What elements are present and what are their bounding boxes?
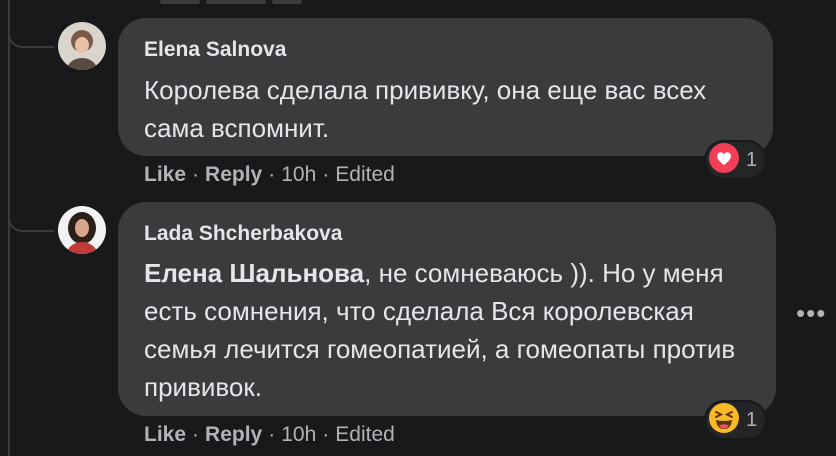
dot-separator: · — [268, 163, 276, 186]
comment-author[interactable]: Lada Shcherbakova — [144, 222, 342, 246]
more-options-icon[interactable]: ••• — [796, 298, 826, 329]
haha-reaction-icon — [708, 402, 740, 439]
timestamp[interactable]: 10h — [281, 423, 316, 446]
reaction-badge[interactable]: 1 — [706, 142, 766, 179]
mention-link[interactable]: Елена Шальнова — [144, 258, 364, 288]
reply-button[interactable]: Reply — [205, 423, 262, 446]
comment-actions: Like · Reply · 10h · Edited — [144, 163, 395, 187]
dot-separator: · — [322, 163, 330, 186]
dot-separator: · — [192, 423, 200, 446]
thread-branch — [8, 28, 54, 48]
reply-button[interactable]: Reply — [205, 163, 262, 186]
like-button[interactable]: Like — [144, 163, 186, 186]
thread-line — [8, 0, 10, 456]
avatar-elena-salnova[interactable] — [58, 22, 106, 70]
reaction-count: 1 — [746, 148, 758, 171]
dot-separator: · — [192, 163, 200, 186]
comment-text: Королева сделала прививку, она еще вас в… — [144, 75, 707, 143]
like-button[interactable]: Like — [144, 423, 186, 446]
dot-separator: · — [268, 423, 276, 446]
timestamp[interactable]: 10h — [281, 163, 316, 186]
comment-author[interactable]: Elena Salnova — [144, 38, 286, 62]
reaction-count: 1 — [746, 408, 758, 431]
edited-label[interactable]: Edited — [335, 423, 395, 446]
comment-text: Елена Шальнова, не сомневаюсь )). Но у м… — [144, 254, 766, 406]
previous-comment-actions — [160, 0, 310, 6]
edited-label[interactable]: Edited — [335, 163, 395, 186]
comment-actions: Like · Reply · 10h · Edited — [144, 423, 395, 447]
reaction-badge[interactable]: 1 — [706, 402, 766, 439]
love-reaction-icon — [708, 142, 740, 179]
avatar-lada-shcherbakova[interactable] — [58, 206, 106, 254]
dot-separator: · — [322, 423, 330, 446]
thread-branch — [8, 212, 54, 232]
